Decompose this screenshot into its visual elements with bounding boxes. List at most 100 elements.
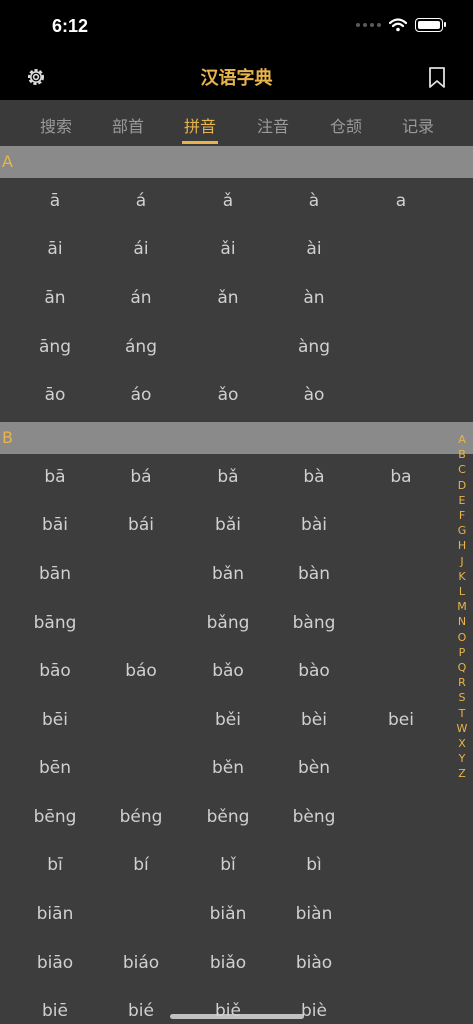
pinyin-cell[interactable]: ài: [269, 239, 359, 259]
tab-zhuyin[interactable]: 注音: [243, 113, 303, 137]
pinyin-list[interactable]: A ā á ǎ à a āi ái ǎi ài ān án ǎn àn āng …: [0, 146, 473, 1024]
tab-history[interactable]: 记录: [388, 113, 448, 137]
index-letter-m[interactable]: M: [455, 599, 469, 614]
pinyin-cell[interactable]: bāng: [10, 613, 100, 633]
index-letter-d[interactable]: D: [455, 478, 469, 493]
pinyin-cell[interactable]: àn: [269, 288, 359, 308]
pinyin-cell[interactable]: ǎo: [183, 385, 273, 405]
index-letter-p[interactable]: P: [455, 645, 469, 660]
pinyin-cell[interactable]: ǎn: [183, 288, 273, 308]
section-index-bar[interactable]: A B C D E F G H J K L M N O P Q R S T W …: [455, 432, 469, 782]
section-header-b: B: [0, 422, 473, 454]
pinyin-cell[interactable]: áng: [96, 337, 186, 357]
index-letter-j[interactable]: J: [455, 554, 469, 569]
home-indicator[interactable]: [170, 1014, 304, 1019]
pinyin-cell[interactable]: bí: [96, 855, 186, 875]
pinyin-cell[interactable]: bàng: [269, 613, 359, 633]
pinyin-cell[interactable]: āi: [10, 239, 100, 259]
table-row: bī bí bǐ bì: [0, 843, 473, 891]
pinyin-cell[interactable]: biān: [10, 904, 100, 924]
pinyin-cell[interactable]: bei: [356, 710, 446, 730]
pinyin-cell[interactable]: bái: [96, 515, 186, 535]
pinyin-cell[interactable]: bǎi: [183, 515, 273, 535]
battery-icon: [415, 18, 446, 32]
pinyin-cell[interactable]: án: [96, 288, 186, 308]
pinyin-cell[interactable]: biáo: [96, 953, 186, 973]
pinyin-cell[interactable]: bāo: [10, 661, 100, 681]
pinyin-cell[interactable]: bá: [96, 467, 186, 487]
status-icons: [356, 18, 446, 32]
pinyin-cell[interactable]: ǎ: [183, 191, 273, 211]
pinyin-cell[interactable]: bàn: [269, 564, 359, 584]
pinyin-cell[interactable]: bài: [269, 515, 359, 535]
pinyin-cell[interactable]: bān: [10, 564, 100, 584]
pinyin-cell[interactable]: àng: [269, 337, 359, 357]
index-letter-f[interactable]: F: [455, 508, 469, 523]
pinyin-cell[interactable]: biàn: [269, 904, 359, 924]
index-letter-n[interactable]: N: [455, 614, 469, 629]
pinyin-cell[interactable]: biē: [10, 1001, 100, 1021]
index-letter-h[interactable]: H: [455, 538, 469, 553]
index-letter-w[interactable]: W: [455, 721, 469, 736]
pinyin-cell[interactable]: bǎng: [183, 613, 273, 633]
pinyin-cell[interactable]: biǎo: [183, 953, 273, 973]
pinyin-cell[interactable]: bēi: [10, 710, 100, 730]
pinyin-cell[interactable]: biào: [269, 953, 359, 973]
pinyin-cell[interactable]: bào: [269, 661, 359, 681]
index-letter-a[interactable]: A: [455, 432, 469, 447]
pinyin-cell[interactable]: ā: [10, 191, 100, 211]
pinyin-cell[interactable]: bī: [10, 855, 100, 875]
pinyin-cell[interactable]: bā: [10, 467, 100, 487]
pinyin-cell[interactable]: bì: [269, 855, 359, 875]
pinyin-cell[interactable]: báo: [96, 661, 186, 681]
tab-radical[interactable]: 部首: [98, 113, 158, 137]
tab-pinyin[interactable]: 拼音: [170, 113, 230, 144]
pinyin-cell[interactable]: āng: [10, 337, 100, 357]
pinyin-cell[interactable]: āo: [10, 385, 100, 405]
index-letter-t[interactable]: T: [455, 706, 469, 721]
index-letter-r[interactable]: R: [455, 675, 469, 690]
pinyin-cell[interactable]: běn: [183, 758, 273, 778]
pinyin-cell[interactable]: biǎn: [183, 904, 273, 924]
pinyin-cell[interactable]: bǎo: [183, 661, 273, 681]
index-letter-l[interactable]: L: [455, 584, 469, 599]
pinyin-cell[interactable]: bèng: [269, 807, 359, 827]
pinyin-cell[interactable]: biāo: [10, 953, 100, 973]
pinyin-cell[interactable]: bǎn: [183, 564, 273, 584]
pinyin-cell[interactable]: ào: [269, 385, 359, 405]
pinyin-cell[interactable]: bǐ: [183, 855, 273, 875]
pinyin-cell[interactable]: běng: [183, 807, 273, 827]
index-letter-x[interactable]: X: [455, 736, 469, 751]
index-letter-k[interactable]: K: [455, 569, 469, 584]
tab-cangjie[interactable]: 仓颉: [316, 113, 376, 137]
pinyin-cell[interactable]: bǎ: [183, 467, 273, 487]
index-letter-y[interactable]: Y: [455, 751, 469, 766]
pinyin-cell[interactable]: ān: [10, 288, 100, 308]
bookmark-icon[interactable]: [425, 65, 449, 89]
pinyin-cell[interactable]: á: [96, 191, 186, 211]
index-letter-b[interactable]: B: [455, 447, 469, 462]
index-letter-e[interactable]: E: [455, 493, 469, 508]
pinyin-cell[interactable]: ba: [356, 467, 446, 487]
pinyin-cell[interactable]: béng: [96, 807, 186, 827]
pinyin-cell[interactable]: bēng: [10, 807, 100, 827]
pinyin-cell[interactable]: bèn: [269, 758, 359, 778]
index-letter-z[interactable]: Z: [455, 766, 469, 781]
index-letter-o[interactable]: O: [455, 630, 469, 645]
pinyin-cell[interactable]: bèi: [269, 710, 359, 730]
pinyin-cell[interactable]: ái: [96, 239, 186, 259]
index-letter-c[interactable]: C: [455, 462, 469, 477]
pinyin-cell[interactable]: áo: [96, 385, 186, 405]
pinyin-cell[interactable]: bēn: [10, 758, 100, 778]
pinyin-cell[interactable]: à: [269, 191, 359, 211]
pinyin-cell[interactable]: bà: [269, 467, 359, 487]
pinyin-cell[interactable]: a: [356, 191, 446, 211]
pinyin-cell[interactable]: běi: [183, 710, 273, 730]
pinyin-cell[interactable]: ǎi: [183, 239, 273, 259]
index-letter-g[interactable]: G: [455, 523, 469, 538]
pinyin-cell[interactable]: bāi: [10, 515, 100, 535]
tab-search[interactable]: 搜索: [26, 113, 86, 137]
index-letter-s[interactable]: S: [455, 690, 469, 705]
index-letter-q[interactable]: Q: [455, 660, 469, 675]
table-row: āo áo ǎo ào: [0, 373, 473, 421]
